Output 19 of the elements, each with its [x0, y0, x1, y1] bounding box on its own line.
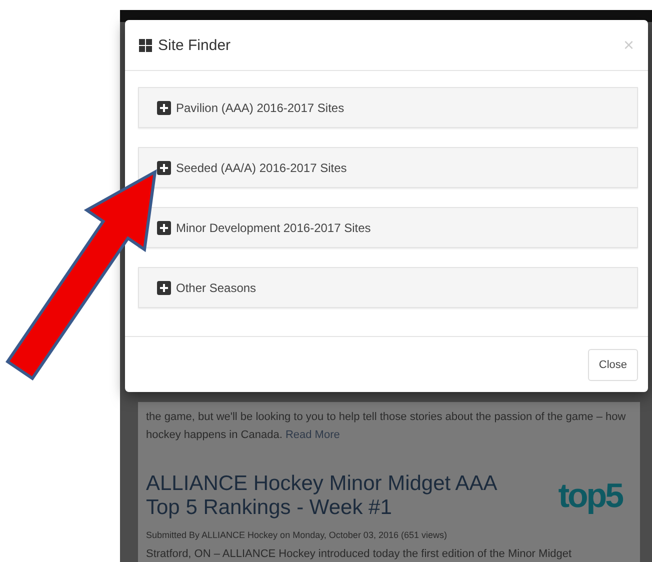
section-label: Other Seasons [176, 280, 256, 294]
accordion-header[interactable]: Minor Development 2016-2017 Sites [138, 207, 638, 248]
article-text: Stratford, ON – ALLIANCE Hockey introduced today the first edition of the Minor Midget [146, 548, 573, 562]
accordion-header[interactable]: Seeded (AA/A) 2016-2017 Sites [138, 147, 638, 188]
accordion-header[interactable]: Pavilion (AAA) 2016-2017 Sites [138, 87, 638, 128]
plus-square-icon [157, 280, 171, 294]
section-label: Seeded (AA/A) 2016-2017 Sites [176, 160, 347, 174]
plus-square-icon [157, 100, 171, 114]
grid-icon [139, 38, 152, 52]
article-meta: Submitted By ALLIANCE Hockey on Monday, October 03, 2016 (651 views) [146, 530, 448, 540]
dialog-title: Site Finder [158, 36, 231, 54]
top5-logo: top5 [558, 476, 624, 516]
article-text: the game, but we'll be looking to you to help tell those stories about the passion of the game – how hockey happens in Canada. Read More [146, 410, 627, 443]
section-label: Minor Development 2016-2017 Sites [176, 220, 371, 234]
plus-square-icon [157, 160, 171, 174]
section-label: Pavilion (AAA) 2016-2017 Sites [176, 100, 344, 114]
close-dialog-button[interactable]: Close [588, 348, 638, 380]
plus-square-icon [157, 220, 171, 234]
accordion-header[interactable]: Other Seasons [138, 267, 638, 308]
